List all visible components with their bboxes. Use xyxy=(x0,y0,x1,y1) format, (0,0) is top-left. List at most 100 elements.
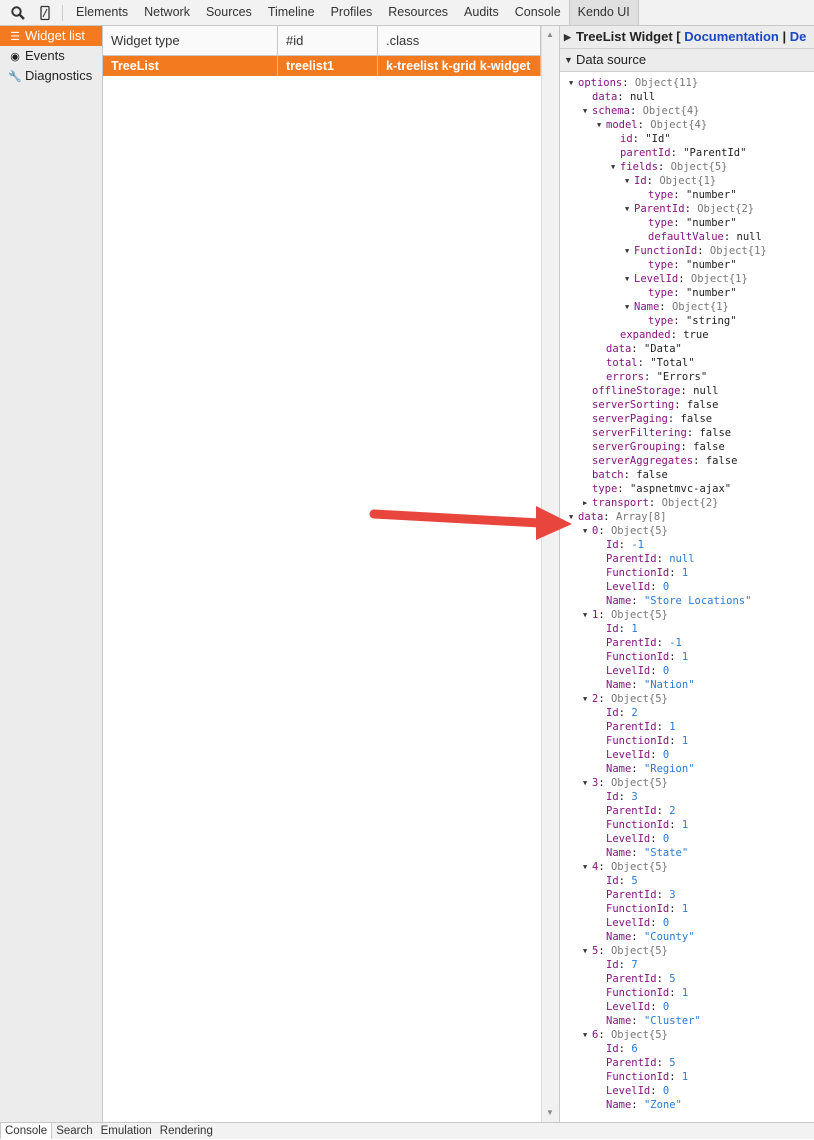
tree-value: "Nation" xyxy=(643,679,695,691)
tree-node[interactable]: ▼ 5: Object{5} xyxy=(583,944,668,958)
tree-node[interactable]: ▶ transport: Object{2} xyxy=(583,496,718,510)
tree-key: ParentId xyxy=(606,1057,657,1069)
tree-node[interactable]: ▼ Name: Object{1} xyxy=(625,300,729,314)
tree-key: data xyxy=(592,91,618,103)
tree-node[interactable]: ▼ ParentId: Object{2} xyxy=(625,202,754,216)
tab-resources[interactable]: Resources xyxy=(380,0,456,25)
column-header-id[interactable]: #id xyxy=(278,26,378,55)
drawer-tab-rendering[interactable]: Rendering xyxy=(156,1123,217,1139)
expanded-triangle-icon[interactable]: ▼ xyxy=(583,692,587,706)
tab-sources[interactable]: Sources xyxy=(198,0,260,25)
tree-node[interactable]: ▼ fields: Object{5} xyxy=(611,160,728,174)
expanded-triangle-icon[interactable]: ▼ xyxy=(583,104,587,118)
expanded-triangle-icon[interactable]: ▼ xyxy=(625,244,629,258)
expanded-triangle-icon[interactable]: ▼ xyxy=(611,160,615,174)
tab-elements[interactable]: Elements xyxy=(68,0,136,25)
tree-node[interactable]: ▼ options: Object{11} xyxy=(569,76,698,90)
expanded-triangle-icon[interactable]: ▼ xyxy=(597,118,601,132)
tree-node[interactable]: ▼ 4: Object{5} xyxy=(583,860,668,874)
datasource-section-header[interactable]: ▼ Data source xyxy=(560,49,814,72)
tree-node[interactable]: ▼ 1: Object{5} xyxy=(583,608,668,622)
tab-kendo-ui[interactable]: Kendo UI xyxy=(568,0,639,25)
tab-audits[interactable]: Audits xyxy=(456,0,507,25)
cell-id: treelist1 xyxy=(278,56,378,76)
tree-node[interactable]: ▼ FunctionId: Object{1} xyxy=(625,244,767,258)
tab-console[interactable]: Console xyxy=(507,0,569,25)
tree-node: serverPaging: false xyxy=(592,412,712,426)
cell-class: k-treelist k-grid k-widget xyxy=(378,56,541,76)
tree-node[interactable]: ▼ 6: Object{5} xyxy=(583,1028,668,1042)
drawer-tab-search[interactable]: Search xyxy=(52,1123,96,1139)
tree-key: Name xyxy=(606,1015,632,1027)
scroll-down-arrow-icon[interactable]: ▼ xyxy=(546,1108,554,1117)
tree-key: Id xyxy=(606,1043,619,1055)
documentation-link[interactable]: Documentation xyxy=(684,29,779,44)
tree-value: Object{5} xyxy=(610,777,668,789)
sidebar-item-diagnostics[interactable]: 🔧 Diagnostics xyxy=(0,66,102,86)
tree-key: options xyxy=(578,77,623,89)
tree-node[interactable]: ▼ 3: Object{5} xyxy=(583,776,668,790)
device-mode-icon[interactable] xyxy=(37,5,53,21)
expanded-triangle-icon[interactable]: ▼ xyxy=(583,776,587,790)
tree-separator: : xyxy=(598,777,611,789)
expanded-triangle-icon[interactable]: ▼ xyxy=(583,944,587,958)
tree-node[interactable]: ▼ data: Array[8] xyxy=(569,510,667,524)
tree-separator: : xyxy=(617,483,630,495)
tab-network[interactable]: Network xyxy=(136,0,198,25)
expanded-triangle-icon[interactable]: ▼ xyxy=(569,76,573,90)
tree-node[interactable]: ▼ Id: Object{1} xyxy=(625,174,716,188)
tree-value: 1 xyxy=(681,1071,689,1083)
tree-value: "ParentId" xyxy=(683,147,747,159)
scroll-up-arrow-icon[interactable]: ▲ xyxy=(546,30,554,39)
tree-node: ParentId: 5 xyxy=(606,972,676,986)
widget-section-header[interactable]: ▶ TreeList Widget [ Documentation | De xyxy=(560,26,814,49)
tree-node[interactable]: ▼ LevelId: Object{1} xyxy=(625,272,748,286)
tree-separator: : xyxy=(669,567,682,579)
sidebar-item-events[interactable]: ◉ Events xyxy=(0,46,102,66)
tree-node[interactable]: ▼ model: Object{4} xyxy=(597,118,707,132)
tree-value: "Total" xyxy=(650,357,695,369)
sidebar-item-widget-list[interactable]: ☰ Widget list xyxy=(0,26,102,46)
collapsed-triangle-icon[interactable]: ▶ xyxy=(583,496,587,510)
tree-key: serverAggregates xyxy=(592,455,694,467)
tree-separator: : xyxy=(643,371,657,383)
tab-profiles[interactable]: Profiles xyxy=(323,0,381,25)
expanded-triangle-icon[interactable]: ▼ xyxy=(625,300,629,314)
tree-separator: : xyxy=(693,455,706,467)
expanded-triangle-icon[interactable]: ▼ xyxy=(583,608,587,622)
expanded-triangle-icon[interactable]: ▼ xyxy=(625,174,629,188)
tree-separator: : xyxy=(631,1015,644,1027)
expanded-triangle-icon[interactable]: ▼ xyxy=(583,524,587,538)
tree-value: "Store Locations" xyxy=(643,595,752,607)
drawer-tab-console[interactable]: Console xyxy=(0,1123,53,1139)
tab-timeline[interactable]: Timeline xyxy=(260,0,323,25)
tree-key: LevelId xyxy=(606,665,651,677)
expanded-triangle-icon[interactable]: ▼ xyxy=(583,1028,587,1042)
column-header-widget-type[interactable]: Widget type xyxy=(103,26,278,55)
tree-node[interactable]: ▼ schema: Object{4} xyxy=(583,104,700,118)
tree-separator: : xyxy=(632,133,646,145)
tree-key: FunctionId xyxy=(634,245,698,257)
tree-key: Name xyxy=(606,847,632,859)
tree-separator: : xyxy=(684,203,698,215)
tree-node[interactable]: ▼ 2: Object{5} xyxy=(583,692,668,706)
tree-key: ParentId xyxy=(606,805,657,817)
expanded-triangle-icon[interactable]: ▼ xyxy=(625,202,629,216)
tree-key: Name xyxy=(606,931,632,943)
table-row[interactable]: TreeList treelist1 k-treelist k-grid k-w… xyxy=(103,56,541,76)
expanded-triangle-icon: ▼ xyxy=(564,55,573,65)
tree-node[interactable]: ▼ 0: Object{5} xyxy=(583,524,668,538)
search-icon[interactable] xyxy=(10,5,26,21)
expanded-triangle-icon[interactable]: ▼ xyxy=(583,860,587,874)
devtools-toolbar: Elements Network Sources Timeline Profil… xyxy=(0,0,814,26)
tree-separator: : xyxy=(637,357,651,369)
column-header-class[interactable]: .class xyxy=(378,26,541,55)
tree-separator: : xyxy=(673,259,686,271)
expanded-triangle-icon[interactable]: ▼ xyxy=(625,272,629,286)
tree-node: FunctionId: 1 xyxy=(606,986,688,1000)
more-link[interactable]: De xyxy=(790,29,807,44)
vertical-scrollbar[interactable]: ▲ ▼ xyxy=(541,26,559,1122)
drawer-tab-emulation[interactable]: Emulation xyxy=(97,1123,156,1139)
tree-separator: : xyxy=(631,595,644,607)
tree-key: Id xyxy=(606,875,619,887)
